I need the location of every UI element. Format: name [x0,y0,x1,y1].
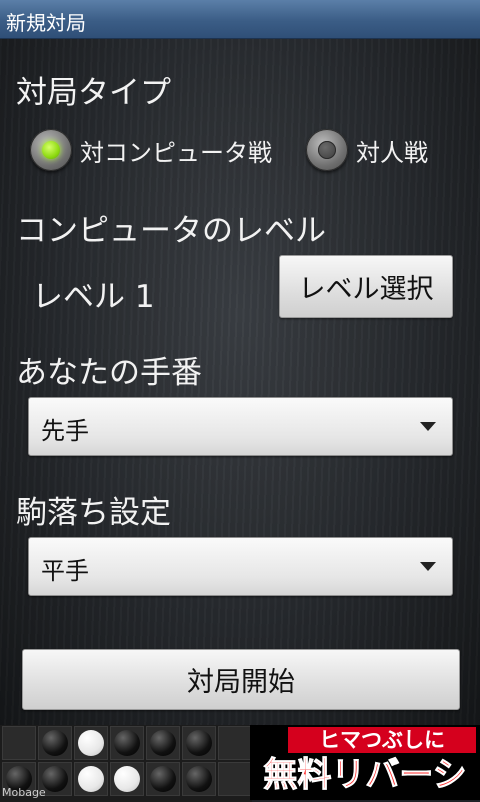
radio-vs-human[interactable]: 対人戦 [306,127,428,173]
ad-banner[interactable]: Mobage ヒマつぶしに 無料リバーシ [0,725,480,802]
radio-vs-human-label: 対人戦 [356,138,428,167]
radio-vs-computer-label: 対コンピュータ戦 [80,138,272,167]
title-bar: 新規対局 [0,0,480,39]
level-select-button[interactable]: レベル選択 [279,255,453,318]
current-level: レベル 1 [32,279,155,315]
radio-unselected-icon [306,129,348,171]
dropdown-arrow-icon [420,422,436,431]
ad-tagline: ヒマつぶしに [288,727,476,753]
turn-heading: あなたの手番 [16,355,202,391]
game-type-heading: 対局タイプ [16,75,171,111]
radio-selected-icon [30,129,72,171]
start-game-button[interactable]: 対局開始 [22,649,460,710]
dropdown-arrow-icon [420,562,436,571]
ad-headline: 無料リバーシ [263,755,467,796]
settings-panel: 対局タイプ 対コンピュータ戦 対人戦 コンピュータのレベル レベル 1 レベル選… [0,39,480,725]
handicap-selected-value: 平手 [41,557,89,585]
handicap-heading: 駒落ち設定 [16,495,171,531]
mobage-logo: Mobage [2,786,46,799]
radio-vs-computer[interactable]: 対コンピュータ戦 [30,127,272,173]
handicap-dropdown[interactable]: 平手 [28,537,453,596]
computer-level-heading: コンピュータのレベル [16,213,326,249]
window-title: 新規対局 [6,11,86,35]
ad-text: ヒマつぶしに 無料リバーシ [250,725,480,800]
turn-selected-value: 先手 [41,417,89,445]
turn-dropdown[interactable]: 先手 [28,397,453,456]
